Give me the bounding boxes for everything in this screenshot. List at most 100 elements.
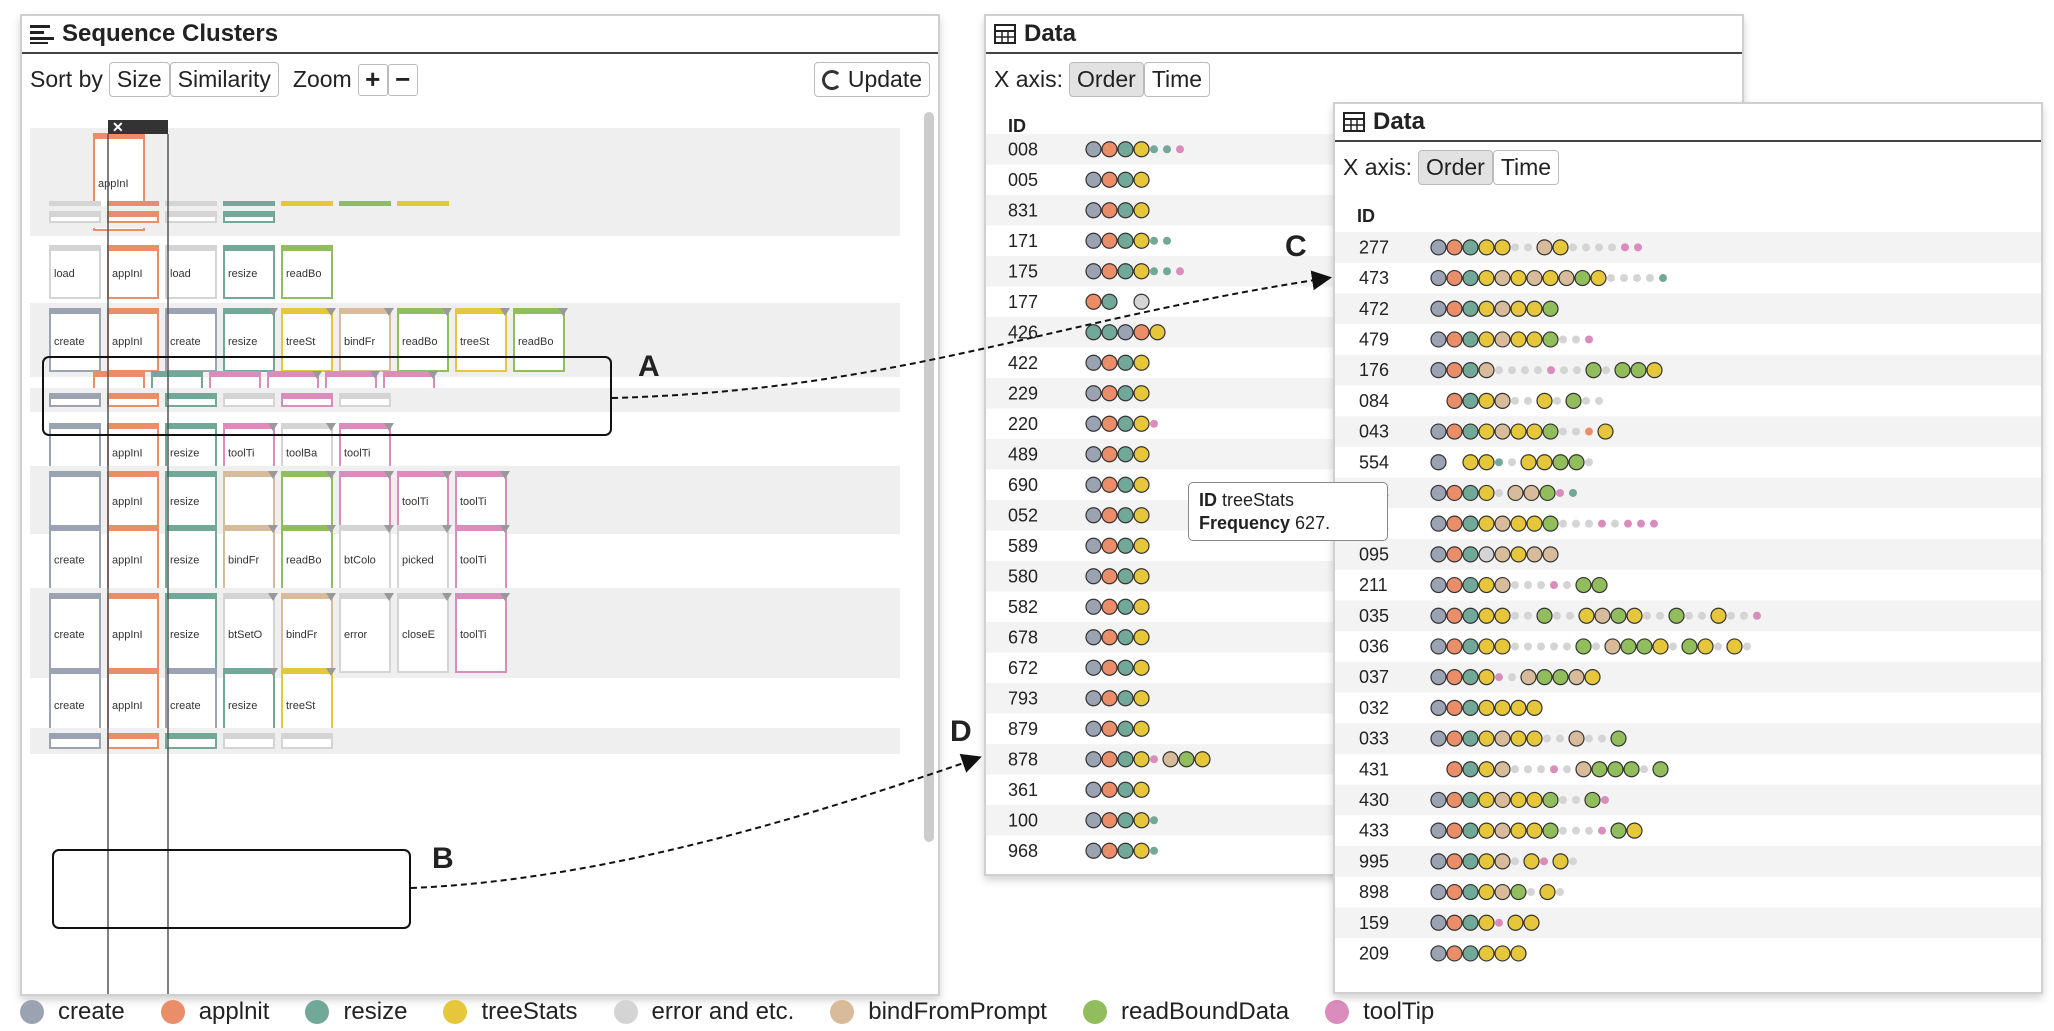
event-dot[interactable]	[1430, 699, 1447, 716]
event-dot[interactable]	[1117, 232, 1134, 249]
event-dot[interactable]	[1681, 638, 1698, 655]
event-dot[interactable]	[1101, 446, 1118, 463]
event-dot[interactable]	[1478, 515, 1495, 532]
event-dot[interactable]	[1494, 269, 1511, 287]
event-dot[interactable]	[1643, 611, 1651, 620]
event-dot[interactable]	[1553, 396, 1561, 405]
event-dot[interactable]	[1572, 795, 1580, 804]
event-dot[interactable]	[1510, 331, 1527, 348]
event-dot[interactable]	[1101, 232, 1118, 249]
event-dot[interactable]	[1085, 415, 1102, 432]
event-dot[interactable]	[1585, 458, 1593, 467]
event-box[interactable]	[339, 471, 394, 529]
event-dot[interactable]	[1133, 507, 1150, 524]
update-button[interactable]: Update	[813, 62, 930, 97]
event-dot[interactable]	[1133, 385, 1150, 402]
event-dot[interactable]	[1478, 914, 1495, 931]
event-box[interactable]	[223, 211, 275, 223]
event-dot[interactable]	[1558, 269, 1575, 287]
event-dot[interactable]	[1697, 638, 1714, 655]
event-dot[interactable]	[1117, 629, 1134, 646]
event-box[interactable]: create	[49, 525, 101, 592]
event-dot[interactable]	[1584, 791, 1601, 809]
event-dot[interactable]	[1133, 537, 1150, 554]
event-dot[interactable]	[1478, 269, 1495, 287]
event-dot[interactable]	[1526, 331, 1543, 348]
event-dot[interactable]	[1446, 392, 1463, 409]
event-dot[interactable]	[1626, 607, 1643, 624]
event-box[interactable]	[223, 393, 275, 407]
event-dot[interactable]	[1563, 581, 1571, 590]
event-dot[interactable]	[1511, 765, 1519, 774]
event-dot[interactable]	[1560, 366, 1568, 375]
event-dot[interactable]	[1133, 293, 1150, 310]
event-dot[interactable]	[1590, 269, 1607, 287]
event-dot[interactable]	[1624, 519, 1632, 528]
event-dot[interactable]	[1510, 423, 1527, 440]
event-dot[interactable]	[1542, 269, 1559, 287]
event-dot[interactable]	[1637, 519, 1645, 528]
event-dot[interactable]	[1668, 607, 1685, 624]
event-box[interactable]: readBo	[281, 245, 333, 299]
event-dot[interactable]	[1101, 598, 1118, 615]
event-dot[interactable]	[1511, 642, 1519, 651]
event-box[interactable]: resize	[165, 525, 217, 592]
event-dot[interactable]	[1597, 423, 1614, 440]
event-dot[interactable]	[1585, 734, 1593, 743]
event-dot[interactable]	[1117, 812, 1134, 829]
event-dot[interactable]	[1462, 269, 1479, 287]
event-box[interactable]: create	[165, 308, 217, 372]
event-dot[interactable]	[1101, 751, 1118, 768]
event-dot[interactable]	[1101, 568, 1118, 585]
event-dot[interactable]	[1133, 751, 1150, 768]
event-dot[interactable]	[1462, 484, 1479, 502]
event-dot[interactable]	[1430, 300, 1447, 317]
event-dot[interactable]	[1117, 537, 1134, 554]
event-dot[interactable]	[1430, 822, 1447, 839]
event-dot[interactable]	[1430, 269, 1447, 287]
event-dot[interactable]	[1534, 366, 1542, 375]
event-dot[interactable]	[1527, 888, 1535, 897]
event-dot[interactable]	[1430, 239, 1447, 256]
event-dot[interactable]	[1595, 243, 1603, 252]
event-dot[interactable]	[1556, 734, 1564, 743]
event-dot[interactable]	[1117, 385, 1134, 402]
event-dot[interactable]	[1524, 396, 1532, 405]
event-dot[interactable]	[1494, 761, 1511, 778]
event-dot[interactable]	[1543, 734, 1551, 743]
event-dot[interactable]	[1446, 331, 1463, 348]
event-dot[interactable]	[1494, 730, 1511, 747]
event-dot[interactable]	[1714, 642, 1722, 651]
event-dot[interactable]	[1101, 263, 1118, 280]
event-dot[interactable]	[1133, 568, 1150, 585]
event-dot[interactable]	[1117, 263, 1134, 280]
event-dot[interactable]	[1536, 669, 1553, 686]
event-dot[interactable]	[1446, 423, 1463, 440]
event-dot[interactable]	[1150, 267, 1158, 276]
event-dot[interactable]	[1101, 629, 1118, 646]
event-dot[interactable]	[1430, 638, 1447, 655]
event-dot[interactable]	[1524, 642, 1532, 651]
event-box[interactable]: treeSt	[281, 308, 336, 372]
event-dot[interactable]	[1117, 415, 1134, 432]
event-dot[interactable]	[1117, 354, 1134, 371]
event-dot[interactable]	[1510, 300, 1527, 317]
event-box[interactable]	[339, 393, 391, 407]
event-box[interactable]: toolTi	[455, 525, 510, 592]
event-dot[interactable]	[1573, 366, 1581, 375]
event-dot[interactable]	[1727, 611, 1735, 620]
xaxis-order-button[interactable]: Order	[1418, 150, 1493, 185]
event-dot[interactable]	[1510, 791, 1527, 809]
event-dot[interactable]	[1669, 642, 1677, 651]
event-dot[interactable]	[1575, 576, 1592, 594]
event-dot[interactable]	[1446, 576, 1463, 594]
event-dot[interactable]	[1542, 791, 1559, 809]
event-dot[interactable]	[1478, 945, 1495, 962]
event-dot[interactable]	[1494, 423, 1511, 440]
event-dot[interactable]	[1462, 761, 1479, 778]
event-dot[interactable]	[1591, 576, 1608, 594]
event-box[interactable]: toolTi	[455, 471, 510, 529]
event-dot[interactable]	[1569, 857, 1577, 866]
event-dot[interactable]	[1526, 423, 1543, 440]
event-dot[interactable]	[1085, 629, 1102, 646]
